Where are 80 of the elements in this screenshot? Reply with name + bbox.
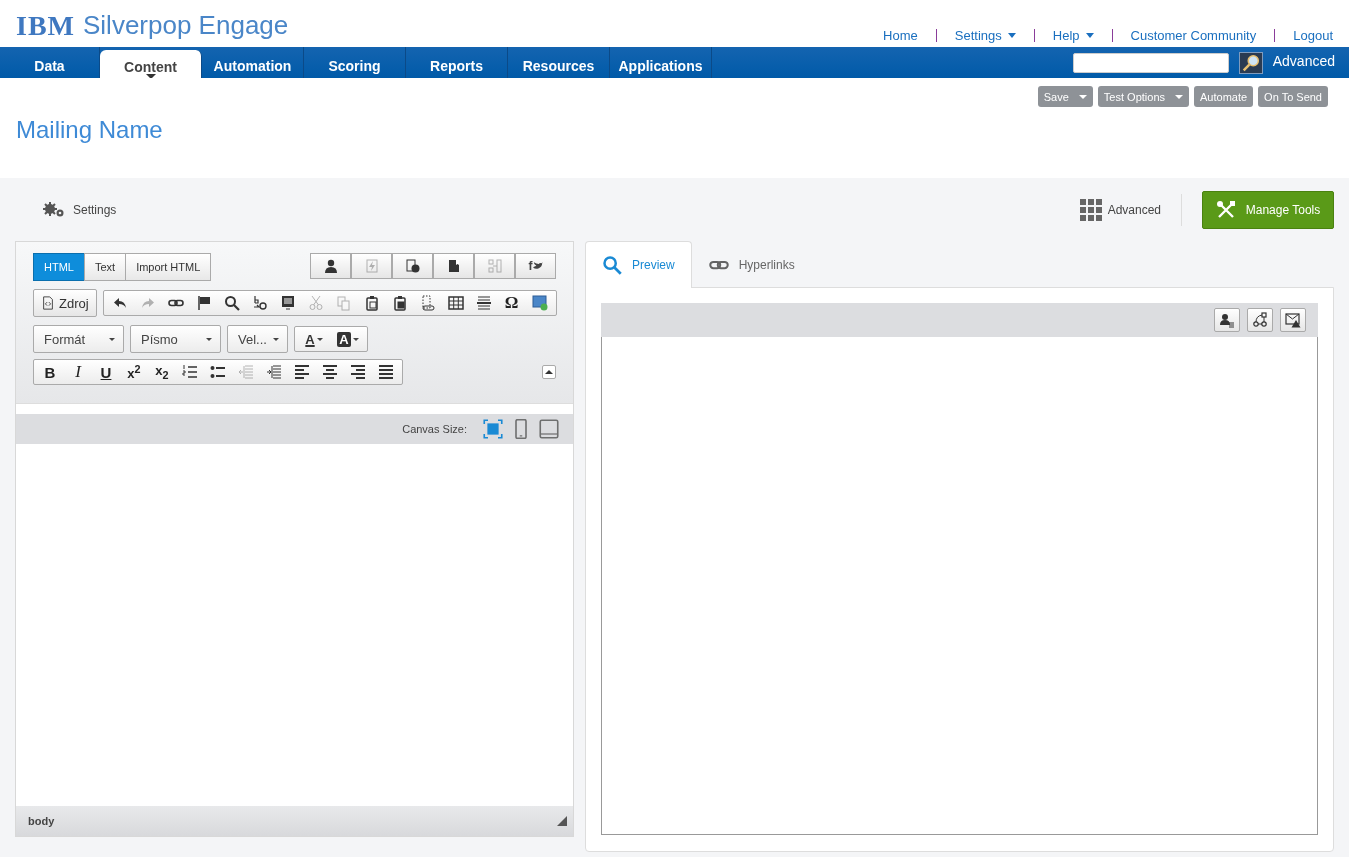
align-center-icon xyxy=(322,364,338,380)
format-dropdown[interactable]: Písmo xyxy=(130,325,221,353)
flag-icon xyxy=(195,295,212,311)
justify-icon xyxy=(378,364,394,380)
insert-button[interactable] xyxy=(310,253,351,279)
page-title: Mailing Name xyxy=(16,116,164,144)
format-dropdown[interactable]: Formát xyxy=(33,325,124,353)
background-color-button[interactable]: A xyxy=(331,328,365,350)
manage-tools-button[interactable]: Manage Tools xyxy=(1202,190,1334,229)
nav-tab[interactable]: Content xyxy=(100,50,202,78)
element-path: body xyxy=(28,815,55,827)
caret-icon xyxy=(545,369,553,375)
preview-tool-button[interactable] xyxy=(1280,308,1306,332)
copy-icon xyxy=(335,295,352,311)
collapse-button[interactable] xyxy=(542,365,556,379)
text-color-button[interactable]: A xyxy=(297,328,331,350)
align-left-icon xyxy=(294,364,310,380)
horizontal-rule-icon xyxy=(475,295,492,311)
numbered-list-icon xyxy=(182,364,198,380)
bullet-list-icon xyxy=(210,364,226,380)
format-dropdown[interactable]: Vel... xyxy=(227,325,288,353)
header-link[interactable]: Settings xyxy=(936,28,1034,43)
tablet-icon xyxy=(539,419,559,439)
header-link[interactable]: Help xyxy=(1034,28,1112,43)
mail-warning-icon xyxy=(1285,312,1301,328)
toolbar-button[interactable]: x$_{2}$ xyxy=(148,361,176,383)
search-icon xyxy=(223,295,240,311)
search-button[interactable] xyxy=(1238,51,1263,74)
mode-tab[interactable]: HTML xyxy=(33,253,85,281)
indent-icon xyxy=(266,364,282,380)
magnifier-icon xyxy=(1241,53,1260,72)
flow-icon xyxy=(1252,312,1268,328)
advanced-search-link[interactable]: Advanced xyxy=(1272,52,1335,69)
search-icon xyxy=(602,255,622,275)
toolbar-button[interactable]: U xyxy=(92,361,120,383)
toolbar-button[interactable]: x$^{2}$ xyxy=(120,361,148,383)
image-icon xyxy=(531,295,548,311)
preview-tool-button[interactable] xyxy=(1247,308,1273,332)
toolbar-button[interactable]: Ω xyxy=(497,292,526,314)
canvas-size-button[interactable] xyxy=(483,418,503,440)
header-link[interactable]: Logout xyxy=(1275,28,1333,43)
social-glyph: f xyxy=(528,259,533,273)
header-link[interactable]: Customer Community xyxy=(1112,28,1275,43)
preview-tool-button[interactable] xyxy=(1214,308,1240,332)
lightning-icon xyxy=(363,258,380,274)
ibm-logo: IBM xyxy=(16,11,75,40)
advanced-button[interactable]: Advanced xyxy=(1079,198,1161,221)
toolbar-button[interactable]: I xyxy=(64,361,92,383)
paste-document-icon xyxy=(391,295,408,311)
header-link[interactable]: Home xyxy=(865,28,936,43)
paste-icon xyxy=(363,295,380,311)
person-icon xyxy=(322,258,339,274)
outdent-icon xyxy=(238,364,254,380)
preview-tab[interactable]: Preview xyxy=(585,241,692,288)
bird-icon xyxy=(532,261,543,271)
fullscreen-icon xyxy=(483,419,503,439)
product-name: Silverpop Engage xyxy=(83,10,289,41)
template-icon xyxy=(279,295,296,311)
preview-tab[interactable]: Hyperlinks xyxy=(691,241,812,287)
insert-button[interactable] xyxy=(392,253,433,279)
align-right-icon xyxy=(350,364,366,380)
insert-button[interactable] xyxy=(433,253,474,279)
source-button[interactable]: Zdroj xyxy=(33,289,97,317)
settings-button[interactable]: Settings xyxy=(43,201,117,218)
mode-tab[interactable]: Text xyxy=(83,253,127,281)
cut-icon xyxy=(307,295,324,311)
resize-grip-icon[interactable] xyxy=(557,816,567,826)
tools-icon xyxy=(1215,199,1236,220)
canvas-size-label: Canvas Size: xyxy=(402,423,467,435)
toolbar-button[interactable]: B xyxy=(36,361,64,383)
globe-document-icon xyxy=(404,258,421,274)
code-document-icon xyxy=(41,296,55,310)
canvas-size-button[interactable] xyxy=(539,418,559,440)
insert-button[interactable]: f xyxy=(515,253,556,279)
search-field[interactable] xyxy=(1072,52,1229,73)
contact-icon xyxy=(1219,312,1235,328)
grid-icon xyxy=(1079,198,1102,221)
replace-icon xyxy=(251,295,268,311)
mode-tab[interactable]: Import HTML xyxy=(125,253,212,281)
table-icon xyxy=(447,295,464,311)
